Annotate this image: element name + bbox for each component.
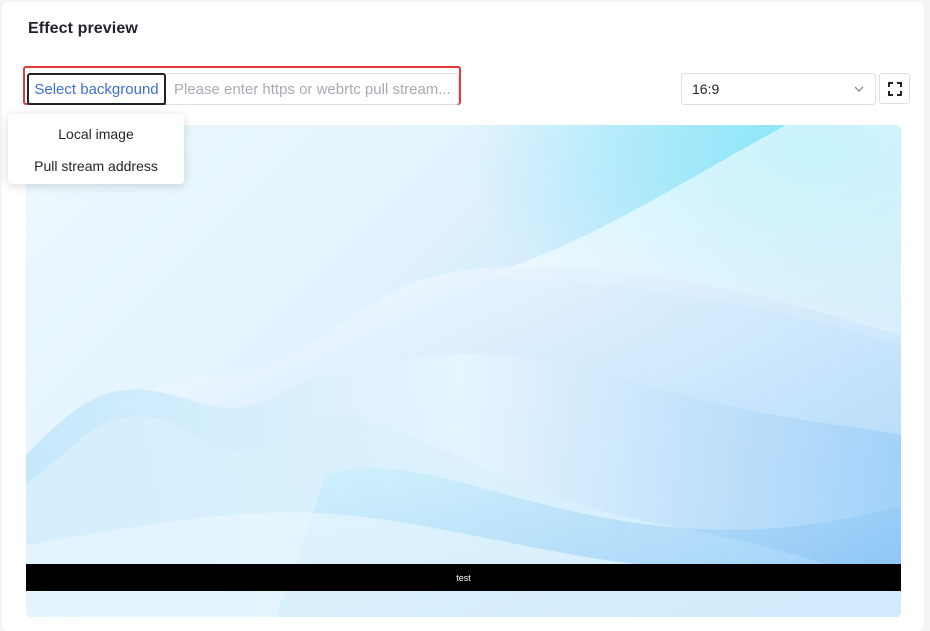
stream-url-input[interactable] [166,73,459,105]
section-title: Effect preview [28,20,138,37]
menu-item-local-image[interactable]: Local image [8,118,184,150]
preview-canvas: test [26,125,901,617]
fullscreen-icon [887,81,902,96]
background-image [26,125,901,617]
fullscreen-button[interactable] [879,73,910,104]
background-source-menu: Local image Pull stream address [8,114,184,184]
caption-bar: test [26,564,901,591]
caption-text: test [456,572,471,583]
select-background-button[interactable]: Select background [27,73,166,105]
menu-item-pull-stream-address[interactable]: Pull stream address [8,150,184,182]
aspect-ratio-select[interactable]: 16:9 [681,73,876,105]
stream-input-group: Select background [27,73,459,105]
aspect-ratio-value: 16:9 [692,81,720,97]
chevron-down-icon [853,83,865,95]
